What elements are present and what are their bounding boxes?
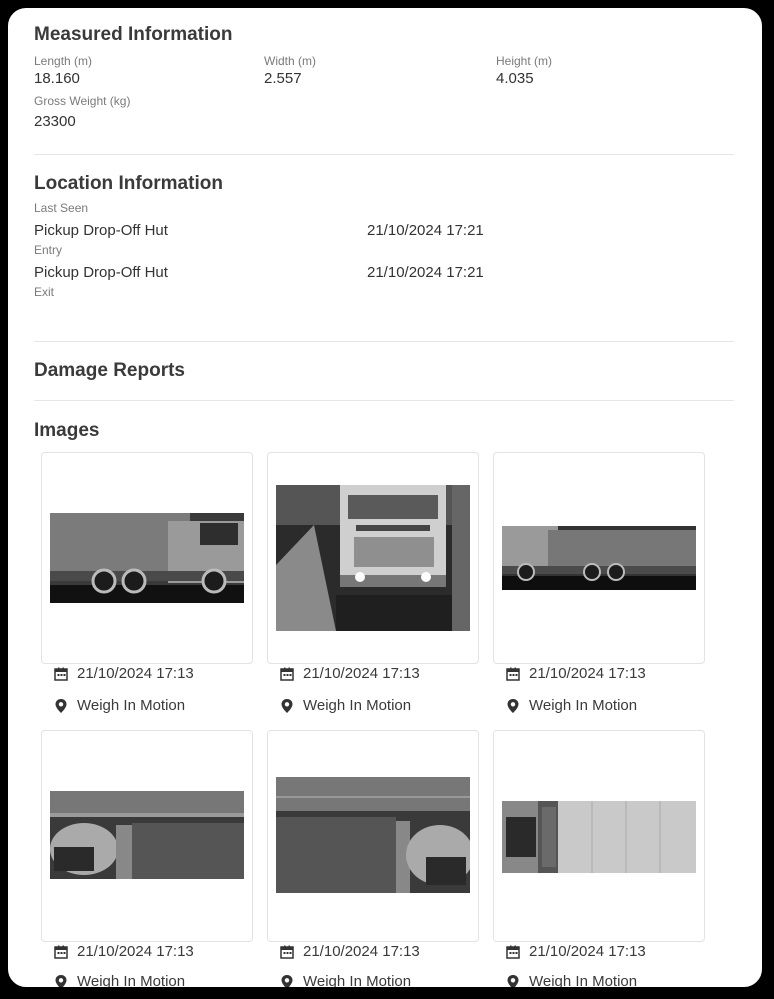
- image-card[interactable]: [267, 730, 479, 942]
- side-view-truck-photo[interactable]: [50, 513, 244, 603]
- image-location: Weigh In Motion: [77, 697, 186, 714]
- map-pin-icon: [55, 699, 67, 713]
- last-seen-time: 21/10/2024 17:21: [367, 222, 484, 239]
- last-seen-place: Pickup Drop-Off Hut: [34, 222, 168, 239]
- gross-weight-label: Gross Weight (kg): [34, 94, 131, 108]
- image-location-row: Weigh In Motion: [274, 696, 420, 716]
- front-view-truck-photo[interactable]: [276, 485, 470, 631]
- length-field: Length (m) 18.160: [34, 54, 92, 88]
- details-content: Measured Information Length (m) 18.160 W…: [34, 24, 734, 987]
- image-location: Weigh In Motion: [303, 973, 412, 990]
- damage-reports-title: Damage Reports: [34, 360, 185, 381]
- calendar-icon: [54, 667, 68, 681]
- image-meta: 21/10/2024 17:13 Weigh In Motion: [500, 664, 646, 716]
- exit-label: Exit: [34, 285, 55, 299]
- entry-place: Pickup Drop-Off Hut: [34, 264, 168, 281]
- height-label: Height (m): [496, 54, 553, 68]
- image-meta: 21/10/2024 17:13 Weigh In Motion: [500, 942, 646, 990]
- image-timestamp-row: 21/10/2024 17:13: [500, 664, 646, 684]
- image-location-row: Weigh In Motion: [500, 972, 646, 990]
- image-location: Weigh In Motion: [303, 697, 412, 714]
- measured-information-title: Measured Information: [34, 24, 233, 45]
- image-location: Weigh In Motion: [77, 973, 186, 990]
- map-pin-icon: [281, 975, 293, 987]
- overhead-trailer-photo[interactable]: [502, 801, 696, 873]
- image-card[interactable]: [267, 452, 479, 664]
- gross-weight-field: Gross Weight (kg) 23300: [34, 94, 130, 131]
- image-timestamp: 21/10/2024 17:13: [529, 665, 646, 682]
- images-title: Images: [34, 420, 100, 441]
- calendar-icon: [506, 667, 520, 681]
- image-timestamp: 21/10/2024 17:13: [77, 665, 194, 682]
- image-card[interactable]: [41, 452, 253, 664]
- overhead-cab-photo[interactable]: [50, 791, 244, 879]
- length-label: Length (m): [34, 54, 93, 68]
- calendar-icon: [280, 667, 294, 681]
- location-information-section: Location Information Last Seen Pickup Dr…: [34, 155, 734, 342]
- map-pin-icon: [55, 975, 67, 987]
- measured-information-section: Measured Information Length (m) 18.160 W…: [34, 24, 734, 155]
- image-timestamp: 21/10/2024 17:13: [77, 943, 194, 960]
- image-meta: 21/10/2024 17:13 Weigh In Motion: [274, 942, 420, 990]
- image-timestamp-row: 21/10/2024 17:13: [48, 664, 194, 684]
- image-card[interactable]: [493, 730, 705, 942]
- image-meta: 21/10/2024 17:13 Weigh In Motion: [48, 942, 194, 990]
- image-timestamp-row: 21/10/2024 17:13: [500, 942, 646, 962]
- location-information-title: Location Information: [34, 173, 223, 194]
- image-location-row: Weigh In Motion: [500, 696, 646, 716]
- overhead-cab-photo[interactable]: [276, 777, 470, 893]
- image-timestamp-row: 21/10/2024 17:13: [48, 942, 194, 962]
- last-seen-label: Last Seen: [34, 201, 89, 215]
- height-value: 4.035: [496, 70, 534, 87]
- image-timestamp-row: 21/10/2024 17:13: [274, 942, 420, 962]
- image-location: Weigh In Motion: [529, 697, 638, 714]
- image-location-row: Weigh In Motion: [48, 972, 194, 990]
- side-view-truck-photo[interactable]: [502, 526, 696, 590]
- width-value: 2.557: [264, 70, 302, 87]
- image-meta: 21/10/2024 17:13 Weigh In Motion: [274, 664, 420, 716]
- image-card[interactable]: [493, 452, 705, 664]
- gross-weight-value: 23300: [34, 113, 76, 130]
- image-location-row: Weigh In Motion: [48, 696, 194, 716]
- map-pin-icon: [507, 699, 519, 713]
- calendar-icon: [506, 945, 520, 959]
- image-location: Weigh In Motion: [529, 973, 638, 990]
- length-value: 18.160: [34, 70, 80, 87]
- image-meta: 21/10/2024 17:13 Weigh In Motion: [48, 664, 194, 716]
- calendar-icon: [54, 945, 68, 959]
- calendar-icon: [280, 945, 294, 959]
- image-card[interactable]: [41, 730, 253, 942]
- image-timestamp: 21/10/2024 17:13: [303, 665, 420, 682]
- map-pin-icon: [507, 975, 519, 987]
- width-field: Width (m) 2.557: [264, 54, 316, 88]
- entry-label: Entry: [34, 243, 63, 257]
- damage-reports-section: Damage Reports: [34, 342, 734, 401]
- image-location-row: Weigh In Motion: [274, 972, 420, 990]
- image-timestamp-row: 21/10/2024 17:13: [274, 664, 420, 684]
- entry-time: 21/10/2024 17:21: [367, 264, 484, 281]
- width-label: Width (m): [264, 54, 316, 68]
- height-field: Height (m) 4.035: [496, 54, 552, 88]
- image-timestamp: 21/10/2024 17:13: [303, 943, 420, 960]
- image-timestamp: 21/10/2024 17:13: [529, 943, 646, 960]
- map-pin-icon: [281, 699, 293, 713]
- vehicle-details-panel: Measured Information Length (m) 18.160 W…: [4, 4, 766, 991]
